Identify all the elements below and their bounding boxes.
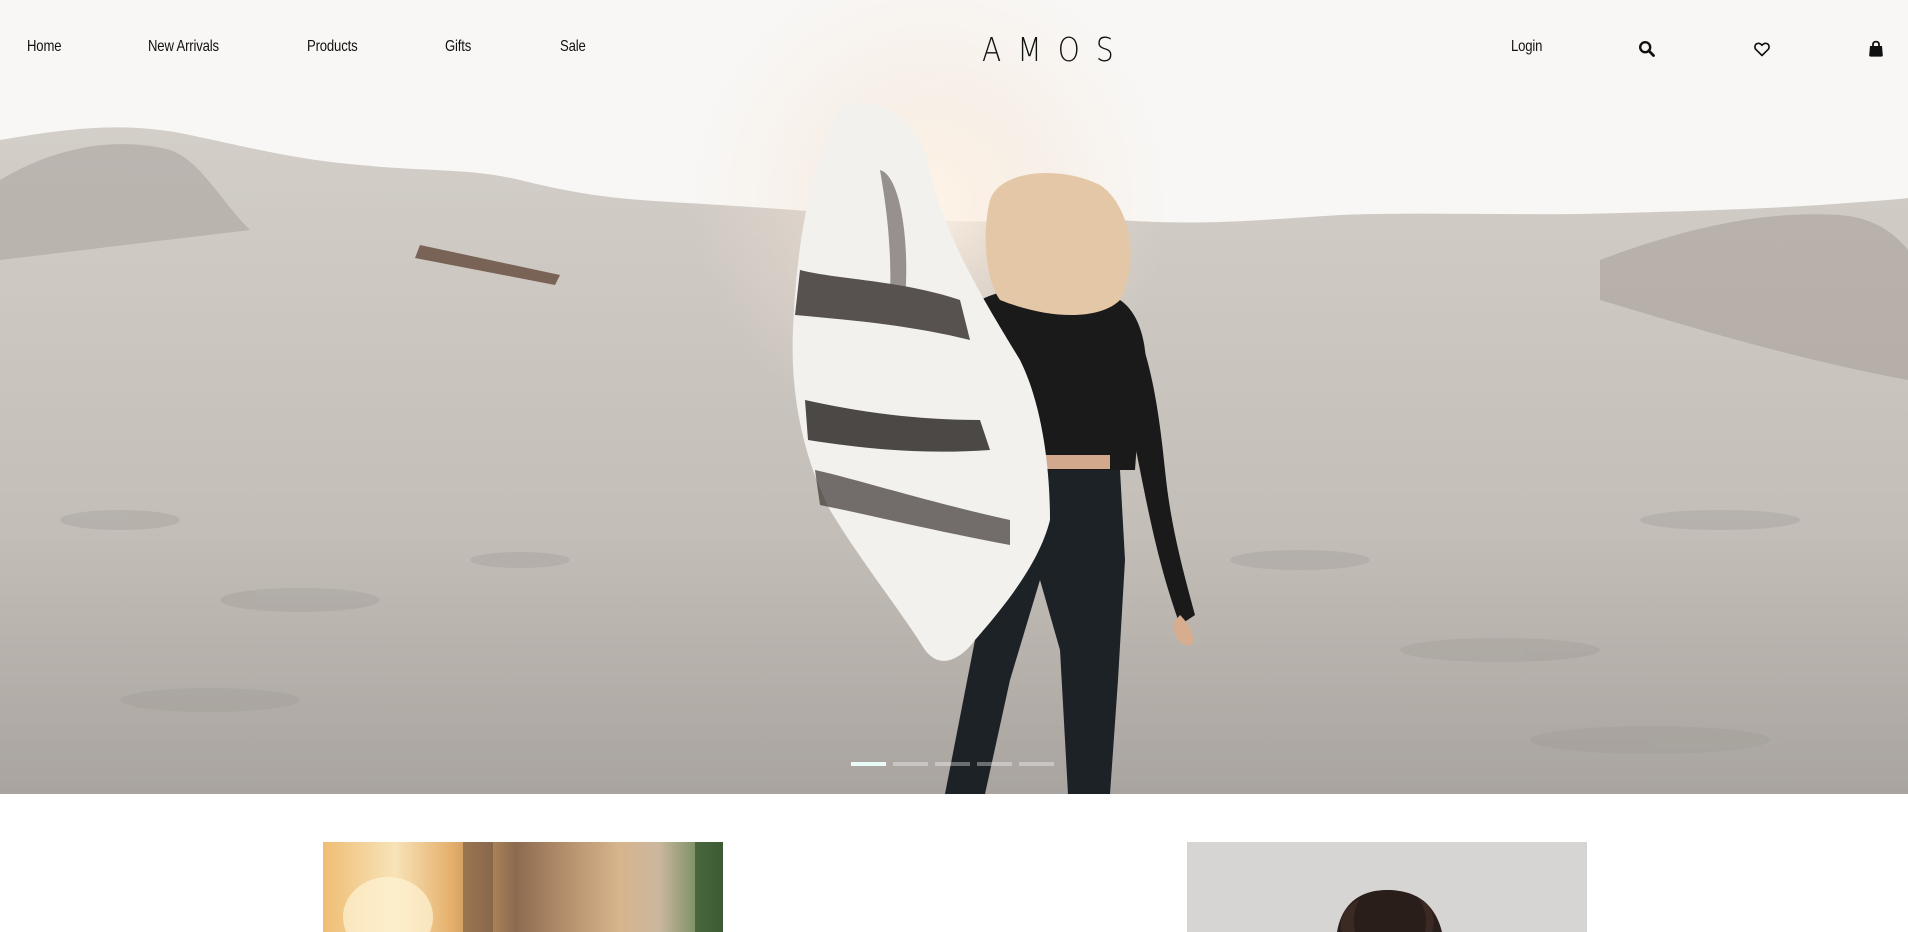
promo-tile-right-image: [1337, 890, 1442, 932]
slider-indicators: [851, 762, 1054, 766]
hero-image: [0, 0, 1908, 794]
login-link[interactable]: Login: [1511, 38, 1542, 56]
site-logo[interactable]: AMOS: [982, 30, 1130, 69]
heart-icon[interactable]: [1753, 40, 1771, 58]
bag-icon[interactable]: [1867, 40, 1885, 58]
slide-indicator-3[interactable]: [935, 762, 970, 766]
search-icon[interactable]: [1638, 40, 1656, 58]
slide-indicator-2[interactable]: [893, 762, 928, 766]
slide-indicator-5[interactable]: [1019, 762, 1054, 766]
nav-new-arrivals[interactable]: New Arrivals: [148, 38, 219, 56]
slide-indicator-4[interactable]: [977, 762, 1012, 766]
promo-tile-left[interactable]: [323, 842, 723, 932]
slide-indicator-1[interactable]: [851, 762, 886, 766]
nav-products[interactable]: Products: [307, 38, 358, 56]
nav-home[interactable]: Home: [27, 38, 62, 56]
nav-gifts[interactable]: Gifts: [445, 38, 471, 56]
nav-sale[interactable]: Sale: [560, 38, 586, 56]
hero-banner: [0, 0, 1908, 794]
site-header: Home New Arrivals Products Gifts Sale AM…: [0, 0, 1908, 100]
promo-tile-left-image: [343, 842, 723, 932]
promo-tile-right[interactable]: [1187, 842, 1587, 932]
